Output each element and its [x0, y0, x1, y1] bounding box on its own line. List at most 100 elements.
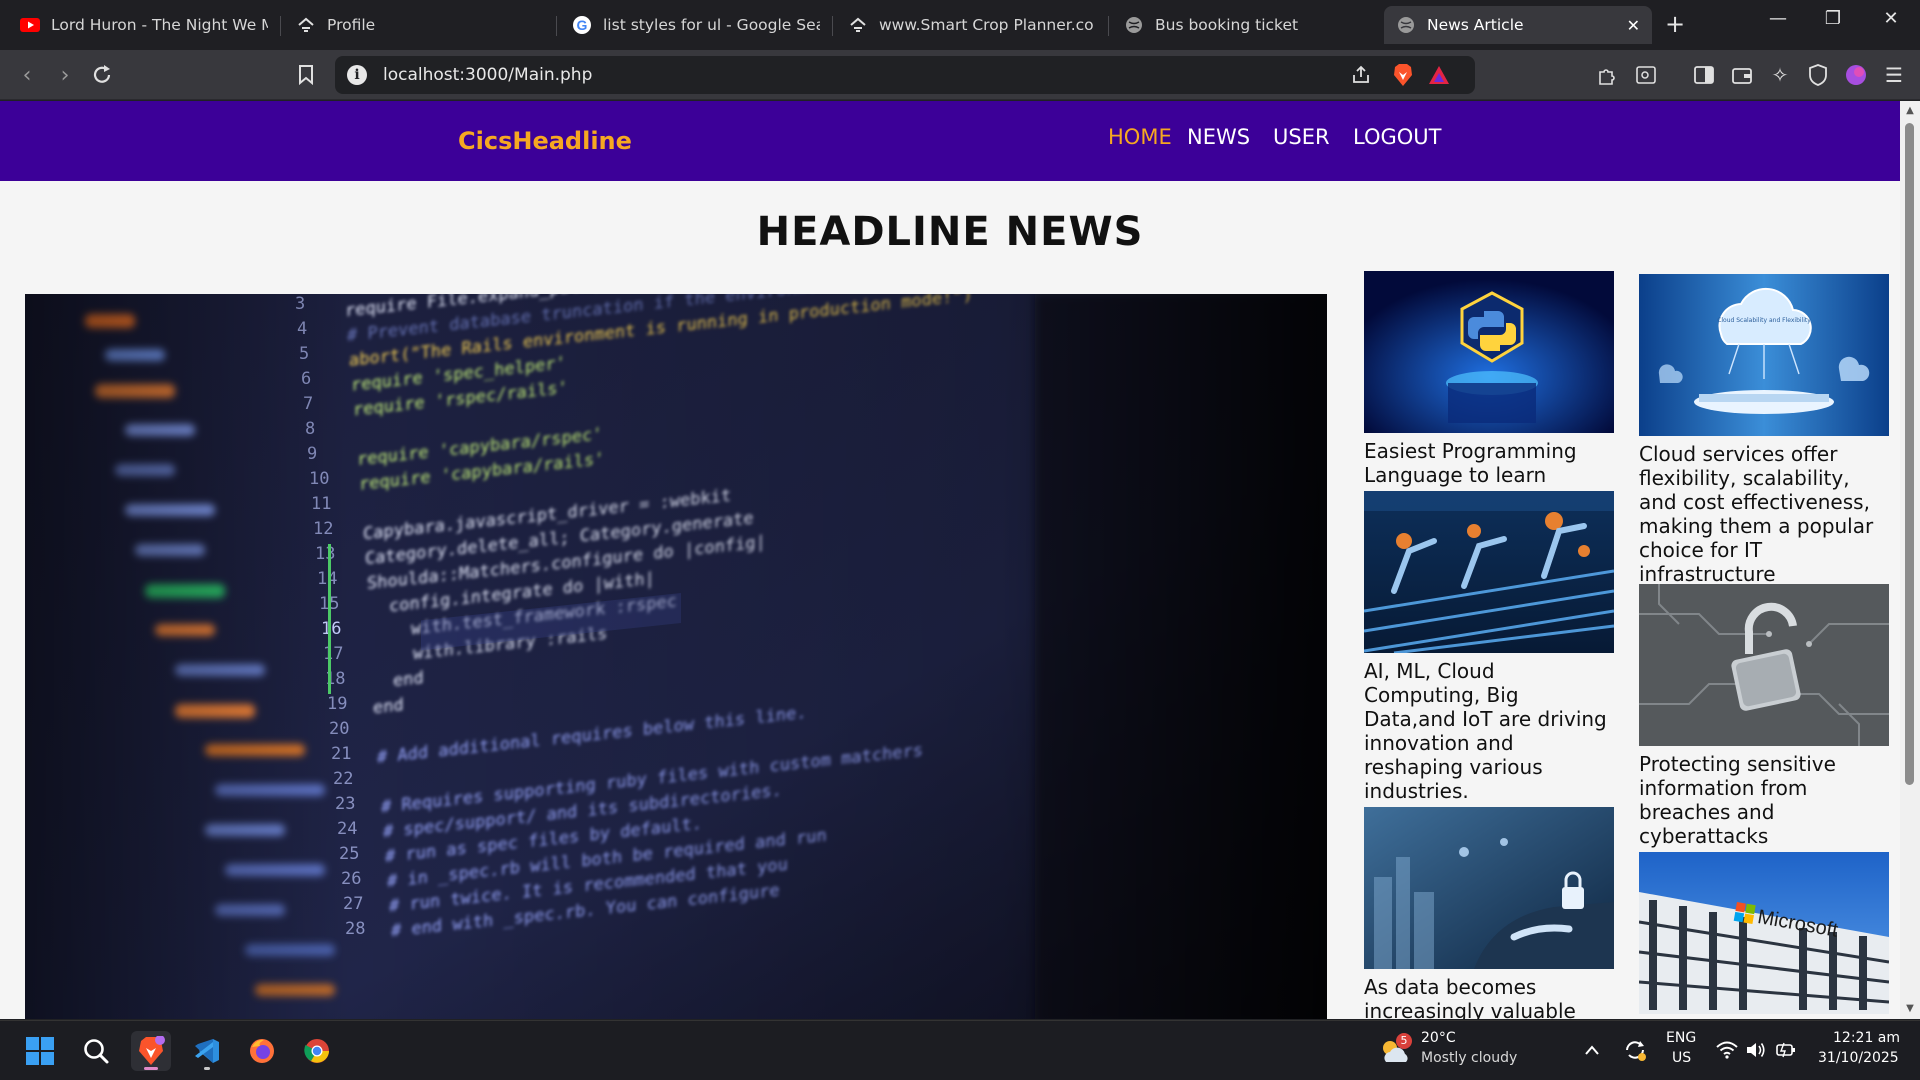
globe-icon — [1396, 15, 1416, 35]
lang-primary[interactable]: ENG — [1666, 1030, 1696, 1046]
tab-smart-crop[interactable]: www.Smart Crop Planner.com — [836, 6, 1106, 44]
clock-time[interactable]: 12:21 am — [1833, 1030, 1900, 1046]
new-tab-button[interactable]: + — [1665, 10, 1685, 38]
url-text: localhost:3000/Main.php — [383, 65, 593, 85]
scroll-up-icon[interactable]: ▲ — [1904, 105, 1916, 116]
minimize-icon[interactable]: — — [1763, 8, 1793, 29]
crop-icon — [848, 15, 868, 35]
leo-ai-icon[interactable]: ✧ — [1766, 61, 1794, 89]
chrome-icon[interactable] — [297, 1031, 337, 1071]
clock-date[interactable]: 31/10/2025 — [1818, 1050, 1899, 1066]
battery-icon[interactable] — [1775, 1041, 1797, 1064]
sync-icon[interactable] — [1623, 1038, 1647, 1067]
page-title: HEADLINE NEWS — [756, 209, 1144, 255]
site-navbar: CicsHeadline HOME NEWS USER LOGOUT — [0, 101, 1900, 181]
tab-label: Profile — [327, 16, 376, 34]
robot-factory-image[interactable] — [1364, 491, 1614, 653]
wifi-icon[interactable] — [1716, 1041, 1738, 1064]
tab-lord-huron[interactable]: Lord Huron - The Night We Met — [8, 6, 280, 44]
back-icon[interactable]: ‹ — [12, 60, 42, 90]
forward-icon[interactable]: › — [50, 60, 80, 90]
cloud-image[interactable]: Cloud Scalability and Flexibility — [1639, 274, 1889, 436]
tab-separator — [556, 16, 557, 36]
extensions-icon[interactable] — [1593, 61, 1621, 89]
reload-icon[interactable] — [87, 60, 117, 90]
page-scrollbar[interactable]: ▲ ▼ — [1900, 101, 1920, 1019]
article-title[interactable]: Protecting sensitive information from br… — [1639, 752, 1889, 848]
weather-temp: 20°C — [1421, 1030, 1456, 1046]
profile-avatar-icon[interactable] — [1842, 61, 1870, 89]
profile-icon — [296, 15, 316, 35]
active-indicator — [144, 1067, 158, 1070]
share-icon[interactable] — [1347, 61, 1375, 89]
microsoft-building-image[interactable]: Microsoft — [1639, 852, 1889, 1014]
tab-news-article[interactable]: News Article ✕ — [1384, 6, 1652, 44]
article-card-ai-ml[interactable]: AI, ML, Cloud Computing, Big Data,and Io… — [1364, 491, 1614, 803]
bookmark-icon[interactable] — [291, 60, 321, 90]
article-card-microsoft[interactable]: Microsoft — [1639, 852, 1889, 1014]
hero-image[interactable]: 345 678 91011 121314 151617 181920 21222… — [25, 294, 1327, 1019]
python-logo-image[interactable] — [1364, 271, 1614, 433]
lang-region[interactable]: US — [1672, 1050, 1691, 1066]
close-window-icon[interactable]: ✕ — [1876, 8, 1906, 29]
tab-separator — [832, 16, 833, 36]
article-card-data[interactable]: As data becomes increasingly valuable — [1364, 807, 1614, 1019]
article-title[interactable]: Cloud services offer flexibility, scalab… — [1639, 442, 1889, 586]
article-card-security[interactable]: Protecting sensitive information from br… — [1639, 584, 1889, 848]
nav-home[interactable]: HOME — [1108, 125, 1172, 149]
article-title[interactable]: As data becomes increasingly valuable — [1364, 975, 1614, 1019]
firefox-icon[interactable] — [242, 1031, 282, 1071]
tab-separator — [280, 16, 281, 36]
search-icon[interactable] — [76, 1031, 116, 1071]
weather-condition: Mostly cloudy — [1421, 1050, 1518, 1066]
nav-user[interactable]: USER — [1273, 125, 1330, 149]
padlock-circuit-image[interactable] — [1639, 584, 1889, 746]
article-card-cloud[interactable]: Cloud Scalability and Flexibility Cloud … — [1639, 274, 1889, 586]
restore-icon[interactable]: ❐ — [1818, 8, 1848, 29]
article-title[interactable]: AI, ML, Cloud Computing, Big Data,and Io… — [1364, 659, 1614, 803]
vpn-shield-icon[interactable] — [1804, 61, 1832, 89]
tab-separator — [1108, 16, 1109, 36]
article-card-programming[interactable]: Easiest Programming Language to learn — [1364, 271, 1614, 487]
tab-label: list styles for ul - Google Search — [603, 16, 820, 34]
wallet-icon[interactable] — [1728, 61, 1756, 89]
weather-badge: 5 — [1396, 1033, 1412, 1049]
tab-label: News Article — [1427, 16, 1524, 34]
close-tab-icon[interactable]: ✕ — [1627, 16, 1640, 35]
tab-profile[interactable]: Profile — [284, 6, 554, 44]
site-logo[interactable]: CicsHeadline — [458, 127, 632, 155]
cyber-lock-image[interactable] — [1364, 807, 1614, 969]
brave-rewards-icon[interactable] — [1425, 61, 1453, 89]
address-bar[interactable]: i localhost:3000/Main.php — [335, 56, 1475, 94]
tab-label: Bus booking ticket — [1155, 16, 1299, 34]
brave-shields-icon[interactable] — [1389, 61, 1417, 89]
page-search-icon[interactable] — [1632, 61, 1660, 89]
brave-browser-taskbar-icon[interactable] — [131, 1031, 171, 1071]
tab-label: Lord Huron - The Night We Met — [51, 16, 268, 34]
site-info-icon[interactable]: i — [347, 65, 367, 85]
cloud-image-caption: Cloud Scalability and Flexibility — [1717, 317, 1811, 324]
browser-tab-strip: Lord Huron - The Night We Met Profile G … — [0, 0, 1920, 50]
chevron-up-icon[interactable] — [1584, 1041, 1600, 1061]
volume-icon[interactable] — [1745, 1041, 1767, 1064]
running-indicator — [204, 1067, 210, 1070]
nav-news[interactable]: NEWS — [1187, 125, 1250, 149]
page-viewport: CicsHeadline HOME NEWS USER LOGOUT HEADL… — [0, 101, 1900, 1019]
menu-icon[interactable]: ☰ — [1880, 61, 1908, 89]
browser-toolbar: ‹ › i localhost:3000/Main.php ✧ ☰ — [0, 50, 1920, 100]
google-icon: G — [572, 15, 592, 35]
globe-icon — [1124, 15, 1144, 35]
weather-icon[interactable]: 5 — [1376, 1031, 1414, 1071]
windows-start-icon[interactable] — [20, 1031, 60, 1071]
windows-taskbar: 5 20°C Mostly cloudy ENG US 12:21 am 31/… — [0, 1020, 1920, 1080]
tab-bus-booking[interactable]: Bus booking ticket — [1112, 6, 1382, 44]
article-title[interactable]: Easiest Programming Language to learn — [1364, 439, 1614, 487]
tab-google-search[interactable]: G list styles for ul - Google Search — [560, 6, 832, 44]
nav-logout[interactable]: LOGOUT — [1353, 125, 1441, 149]
sidebar-toggle-icon[interactable] — [1690, 61, 1718, 89]
scroll-down-icon[interactable]: ▼ — [1904, 1003, 1916, 1014]
svg-text:G: G — [577, 17, 588, 33]
youtube-icon — [20, 15, 40, 35]
scroll-thumb[interactable] — [1905, 123, 1914, 785]
vscode-icon[interactable] — [187, 1031, 227, 1071]
